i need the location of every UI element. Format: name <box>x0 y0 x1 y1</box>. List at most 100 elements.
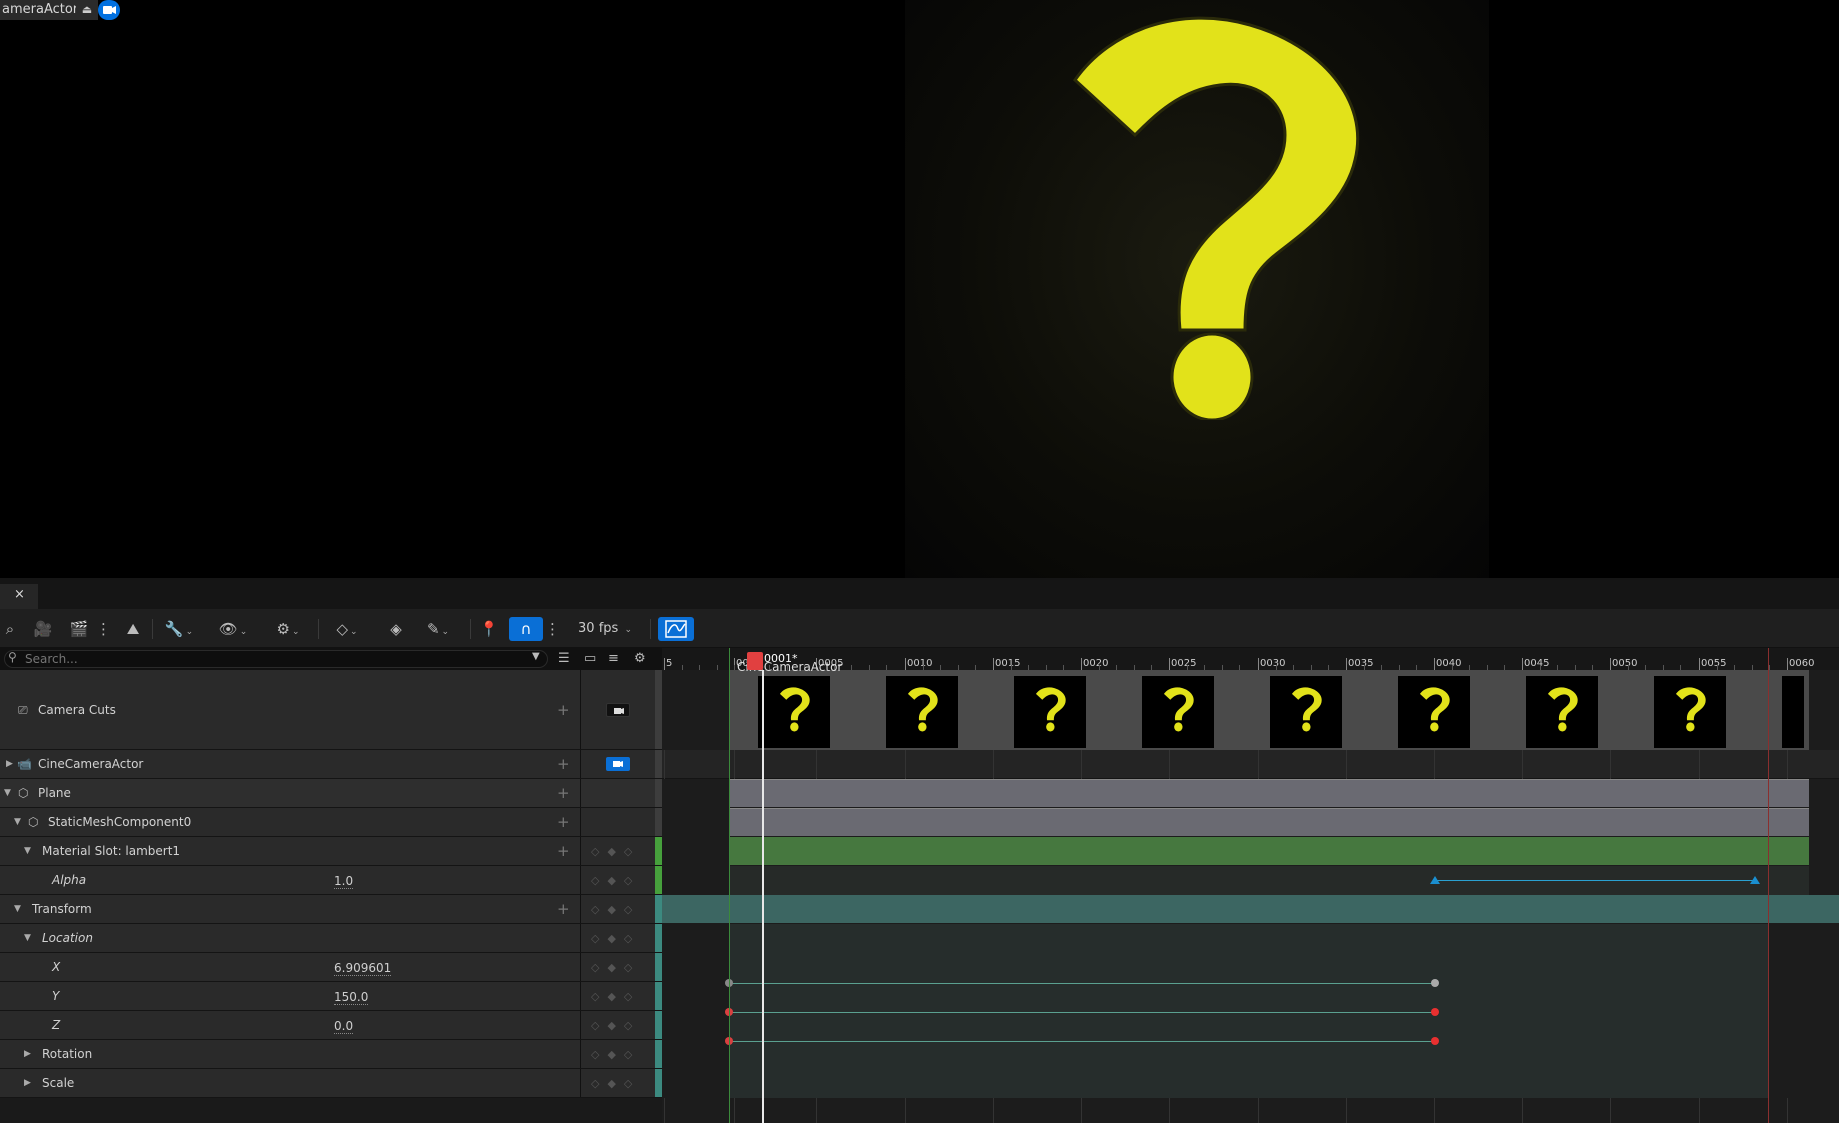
key-navigation-icons[interactable]: ◇◆◇ <box>591 924 640 953</box>
wrench-dropdown[interactable]: 🔧 ⌄ <box>160 617 198 641</box>
y-keyframe[interactable] <box>1431 1008 1439 1016</box>
playback-start-marker[interactable] <box>729 648 730 1123</box>
camera-cut-section[interactable] <box>729 670 1769 750</box>
add-icon[interactable]: + <box>557 750 570 779</box>
track-plane[interactable]: ▼ ⬡ Plane + <box>0 779 662 808</box>
track-rotation[interactable]: ▶ Rotation ◇◆◇ <box>0 1040 662 1069</box>
ruler-tick-label: 0030 <box>1260 658 1286 669</box>
actor-icon[interactable]: ⛰ <box>120 617 146 641</box>
add-icon[interactable]: + <box>557 670 570 750</box>
alpha-keyframe[interactable] <box>1750 876 1760 884</box>
eye-dropdown[interactable]: 👁 ⌄ <box>214 617 252 641</box>
find-in-content-icon[interactable]: ⌕ <box>0 617 20 641</box>
x-value-field[interactable]: 6.909601 <box>334 961 392 976</box>
camera-view-toggle[interactable] <box>606 757 630 771</box>
snap-options-icon[interactable]: ⋮ <box>545 617 560 641</box>
key-interp-dropdown[interactable]: ◇ ⌄ <box>328 617 366 641</box>
track-label: Z <box>52 1018 61 1032</box>
collapse-arrow-icon[interactable]: ▼ <box>14 808 21 837</box>
timeline-area[interactable]: 5 00 0005 0010 0015 0020 0025 0030 0035 0040 0045 0… <box>662 648 1839 1123</box>
track-transform[interactable]: ▼ Transform + ◇◆◇ <box>0 895 662 924</box>
key-add-icon[interactable]: ◈ <box>382 617 410 641</box>
key-navigation-icons[interactable]: ◇◆◇ <box>591 1069 640 1098</box>
material-slot-section[interactable] <box>729 837 1809 865</box>
sequencer-tab[interactable]: × <box>0 584 38 609</box>
add-icon[interactable]: + <box>557 837 570 866</box>
expand-arrow-icon[interactable]: ▶ <box>24 1069 31 1098</box>
grid-line <box>1434 1098 1435 1123</box>
expand-arrow-icon[interactable]: ▶ <box>24 1040 31 1069</box>
question-mark-thumbnail <box>1163 687 1194 732</box>
eject-icon[interactable]: ⏏ <box>76 0 98 20</box>
add-icon[interactable]: + <box>557 895 570 924</box>
track-static-mesh-component[interactable]: ▼ ⬡ StaticMeshComponent0 + <box>0 808 662 837</box>
grid-line <box>734 750 735 779</box>
track-scale[interactable]: ▶ Scale ◇◆◇ <box>0 1069 662 1098</box>
track-cine-camera-actor[interactable]: ▶ 📹 CineCameraActor + <box>0 750 662 779</box>
key-navigation-icons[interactable]: ◇◆◇ <box>591 953 640 982</box>
collapse-arrow-icon[interactable]: ▼ <box>24 837 31 866</box>
playback-end-marker[interactable] <box>1768 648 1769 1123</box>
track-location[interactable]: ▼ Location ◇◆◇ <box>0 924 662 953</box>
key-navigation-icons[interactable]: ◇◆◇ <box>591 866 640 895</box>
collapse-arrow-icon[interactable]: ▼ <box>14 895 21 924</box>
grid-line <box>1346 1098 1347 1123</box>
key-navigation-icons[interactable]: ◇◆◇ <box>591 895 640 924</box>
gear-icon[interactable]: ⚙ <box>634 651 646 666</box>
key-navigation-icons[interactable]: ◇◆◇ <box>591 982 640 1011</box>
static-mesh-section[interactable] <box>729 808 1809 836</box>
key-navigation-icons[interactable]: ◇◆◇ <box>591 1011 640 1040</box>
track-material-slot[interactable]: ▼ Material Slot: lambert1 + ◇◆◇ <box>0 837 662 866</box>
render-movie-icon[interactable]: 🎥 <box>30 617 56 641</box>
add-icon[interactable]: + <box>557 808 570 837</box>
frame-rate-dropdown[interactable]: 30 fps ⌄ <box>570 617 640 641</box>
transform-section[interactable] <box>662 895 1839 923</box>
expand-arrow-icon[interactable]: ▶ <box>6 750 13 779</box>
chevron-down-icon[interactable]: ▼ <box>532 651 540 662</box>
more-options-icon[interactable]: ⋮ <box>96 617 111 641</box>
expand-all-icon[interactable]: ▭ <box>584 651 596 666</box>
track-alpha[interactable]: Alpha 1.0 ◇◆◇ <box>0 866 662 895</box>
add-icon[interactable]: + <box>557 779 570 808</box>
key-navigation-icons[interactable]: ◇◆◇ <box>591 1040 640 1069</box>
track-location-y[interactable]: Y 150.0 ◇◆◇ <box>0 982 662 1011</box>
x-keyframe[interactable] <box>1431 979 1439 987</box>
z-keyframe[interactable] <box>1431 1037 1439 1045</box>
alpha-value-field[interactable]: 1.0 <box>334 874 354 889</box>
edit-mode-dropdown[interactable]: ✎ ⌄ <box>418 617 458 641</box>
plane-section[interactable] <box>729 779 1809 807</box>
alpha-keyframe[interactable] <box>1430 876 1440 884</box>
close-icon[interactable]: × <box>14 587 25 602</box>
marker-icon[interactable]: 📍 <box>478 617 500 641</box>
fps-label: 30 fps <box>578 621 619 636</box>
y-value-field[interactable]: 150.0 <box>334 990 369 1005</box>
level-viewport[interactable]: ameraActor ⏏ <box>0 0 1839 578</box>
viewport-camera-label[interactable]: ameraActor <box>0 0 87 20</box>
key-navigation-icons[interactable]: ◇◆◇ <box>591 837 640 866</box>
collapse-all-icon[interactable]: ☰ <box>558 651 570 666</box>
curve-editor-button[interactable] <box>658 617 694 641</box>
track-camera-cuts[interactable]: ⎚ Camera Cuts + <box>0 670 662 750</box>
clapperboard-icon[interactable]: 🎬 <box>66 617 92 641</box>
collapse-arrow-icon[interactable]: ▼ <box>24 924 31 953</box>
ruler-tick <box>993 658 994 670</box>
location-lanes[interactable] <box>729 924 1769 1098</box>
camera-thumbnail <box>1270 676 1342 748</box>
camera-lock-button[interactable] <box>98 0 120 20</box>
z-value-field[interactable]: 0.0 <box>334 1019 354 1034</box>
grid-line <box>905 750 906 779</box>
snap-toggle[interactable]: ∩ <box>509 617 543 641</box>
sequencer-toolbar: ⌕ 🎥 🎬 ⋮ ⛰ 🔧 ⌄ 👁 ⌄ ⚙ ⌄ ◇ ⌄ ◈ ✎ ⌄ 📍 ∩ ⋮ 30 fps … <box>0 609 1839 648</box>
question-mark-image <box>1073 16 1360 420</box>
collapse-arrow-icon[interactable]: ▼ <box>4 779 11 808</box>
magnet-icon: ∩ <box>520 620 532 638</box>
camera-thumbnail <box>758 676 830 748</box>
playback-options-dropdown[interactable]: ⚙ ⌄ <box>268 617 308 641</box>
playhead-line[interactable] <box>762 670 764 1123</box>
playhead-handle[interactable] <box>747 652 763 670</box>
camera-lock-toggle[interactable] <box>606 703 630 717</box>
search-input[interactable] <box>4 650 548 668</box>
list-icon[interactable]: ≡ <box>608 651 619 666</box>
track-location-z[interactable]: Z 0.0 ◇◆◇ <box>0 1011 662 1040</box>
track-location-x[interactable]: X 6.909601 ◇◆◇ <box>0 953 662 982</box>
